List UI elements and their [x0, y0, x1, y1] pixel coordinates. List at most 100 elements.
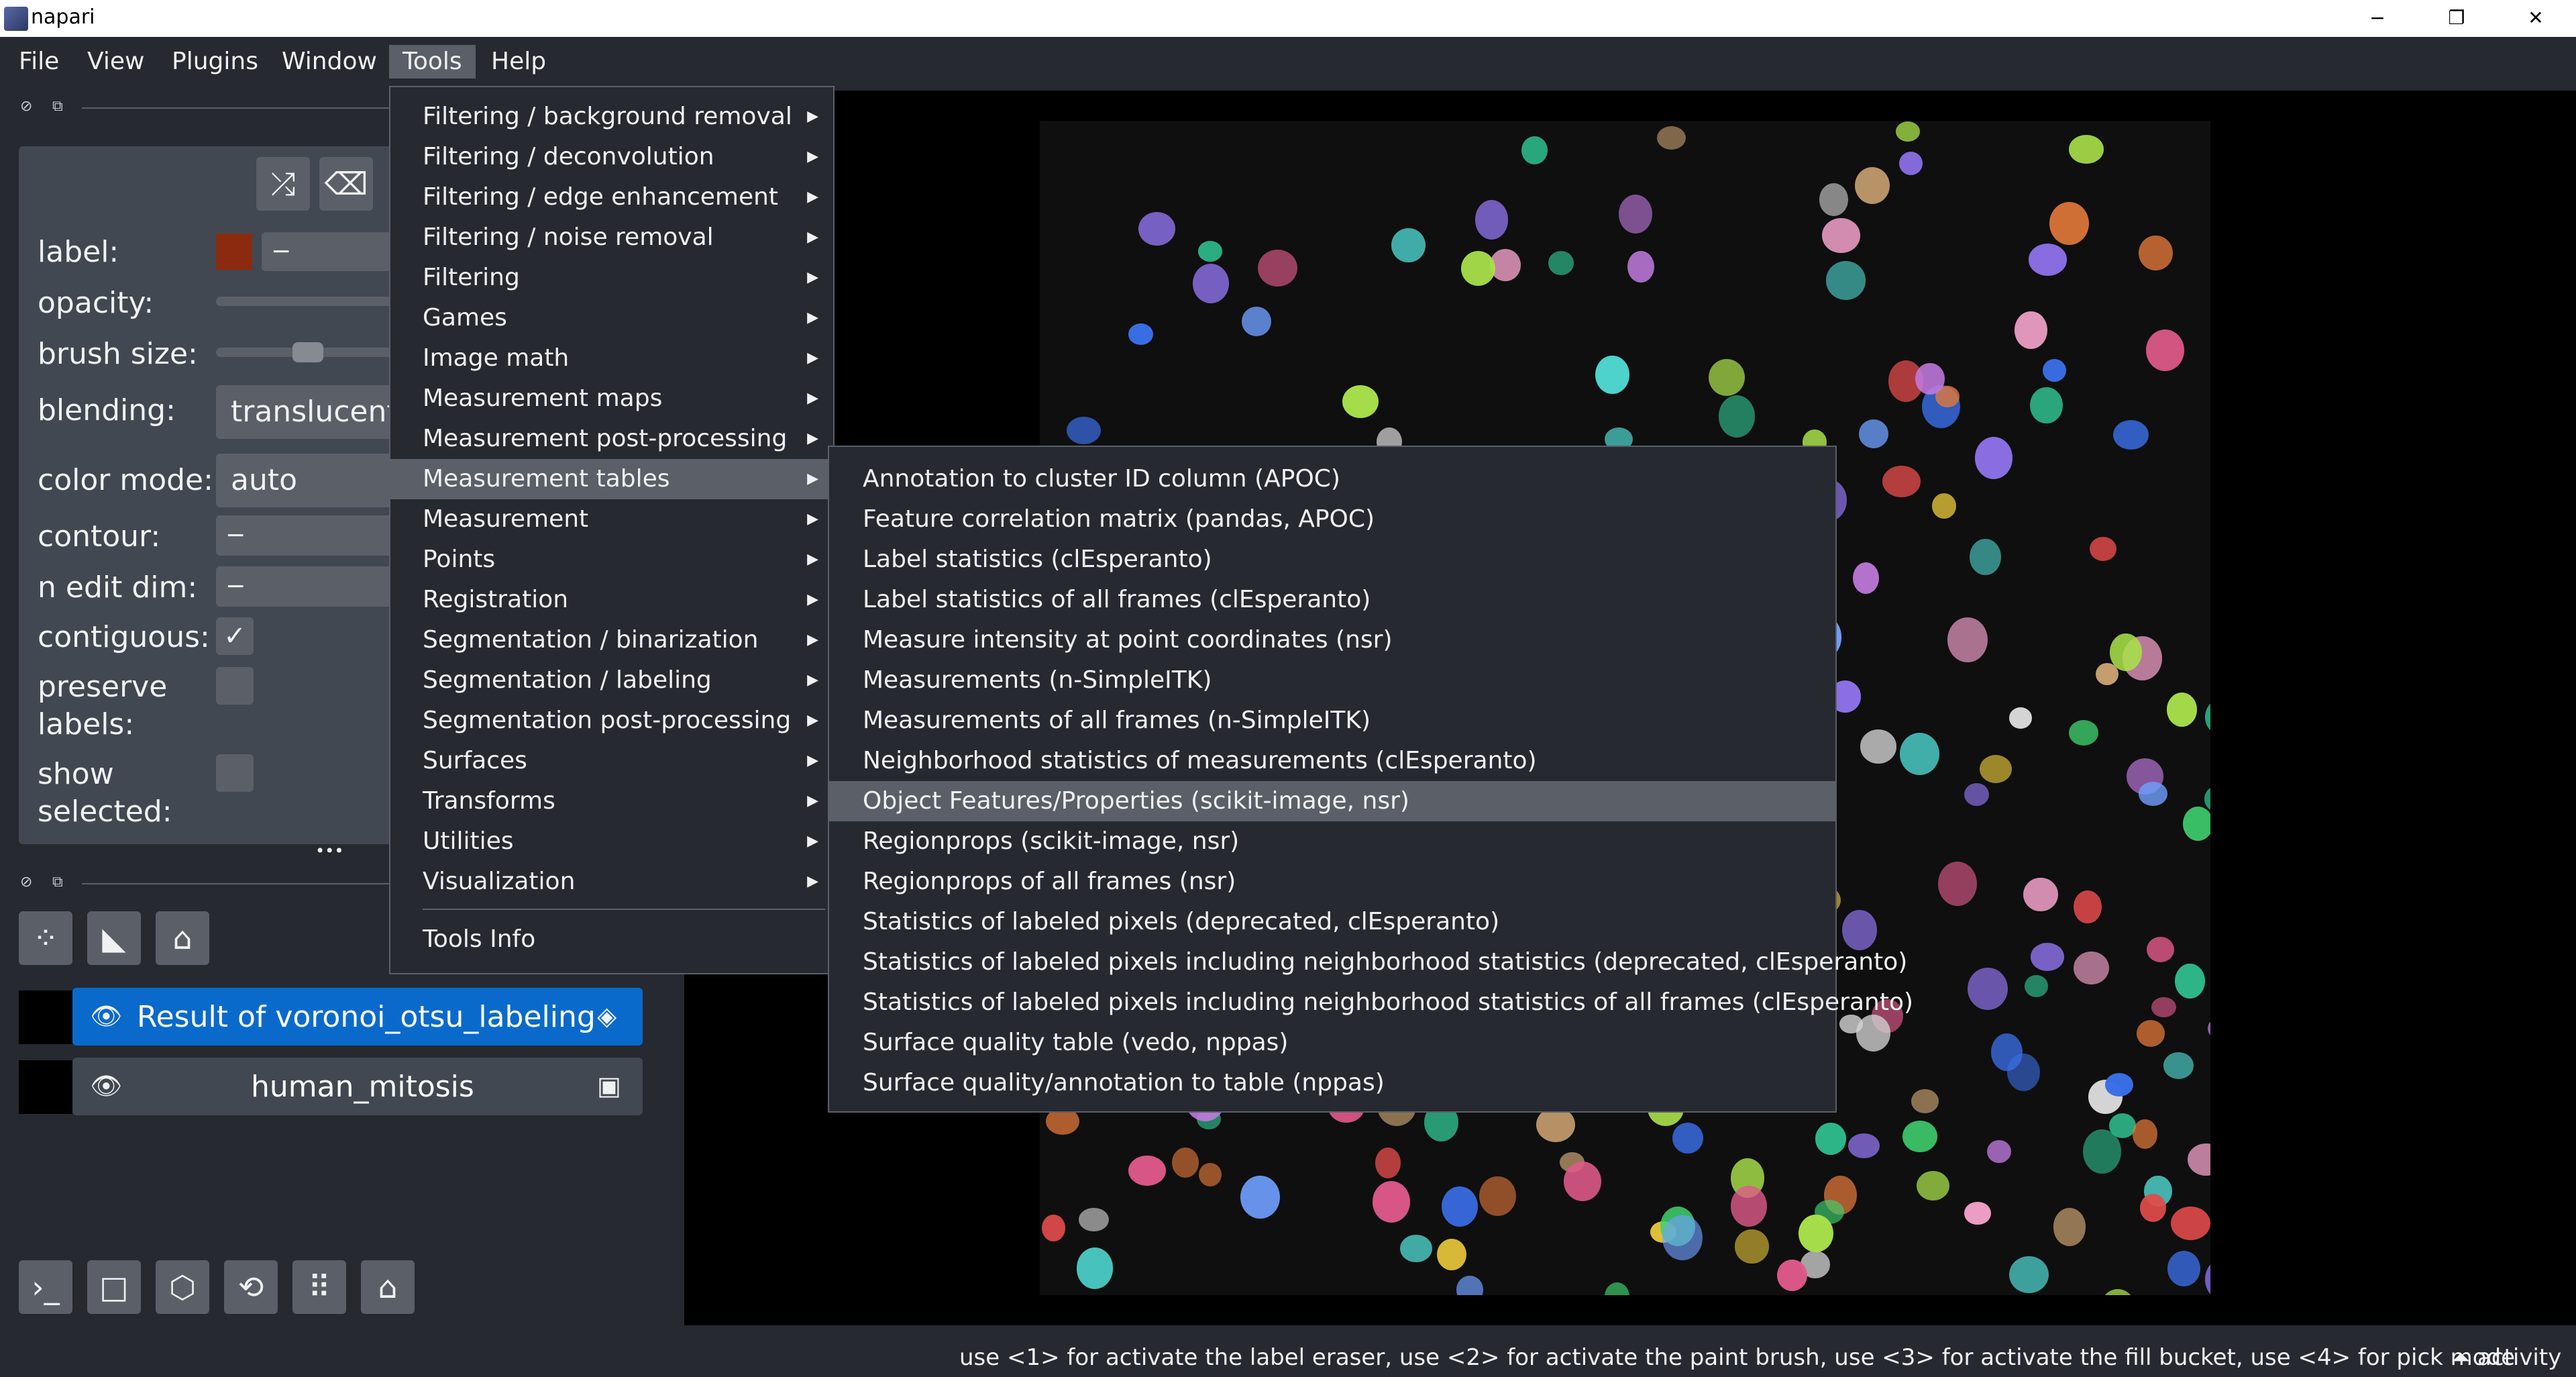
layerlist-float-icon[interactable]: ⧉ [52, 874, 63, 890]
opacity-slider[interactable] [216, 297, 396, 306]
menu-file[interactable]: File [5, 45, 72, 79]
dock-float-icon[interactable]: ⧉ [52, 98, 63, 115]
tools-segmentation-labeling[interactable]: Segmentation / labeling ▶ [390, 660, 833, 701]
label-blob [1968, 968, 2008, 1011]
label-blob [2138, 781, 2168, 806]
brush-size-handle[interactable] [292, 342, 323, 362]
menu-window[interactable]: Window [268, 45, 390, 79]
contour-spinbox[interactable]: − [216, 515, 405, 556]
menu-help[interactable]: Help [478, 45, 559, 79]
layerlist-close-icon[interactable]: ⊘ [20, 874, 32, 890]
label-blob [2069, 719, 2098, 746]
submenu-item[interactable]: Measurements of all frames (n-SimpleITK) [829, 701, 1835, 741]
shuffle-colors-button[interactable]: ⤮ [256, 157, 310, 211]
tools-measurement-tables[interactable]: Measurement tables ▶ [390, 459, 833, 499]
tools-visualization[interactable]: Visualization ▶ [390, 862, 833, 902]
submenu-item[interactable]: Statistics of labeled pixels including n… [829, 942, 1907, 982]
menu-item-label: Filtering / edge enhancement [423, 183, 779, 211]
close-button[interactable]: ✕ [2506, 3, 2565, 34]
submenu-item[interactable]: Surface quality/annotation to table (npp… [829, 1063, 1835, 1103]
show-selected-checkbox[interactable] [216, 754, 254, 792]
toggle-ndisplay-button[interactable]: □ [87, 1260, 141, 1314]
transpose-dimensions-button[interactable]: ⟲ [224, 1260, 278, 1314]
label-blob [1777, 1260, 1808, 1292]
tools-filtering-background-removal[interactable]: Filtering / background removal ▶ [390, 97, 833, 137]
label-blob [2167, 692, 2198, 727]
new-labels-layer-button[interactable]: ⌂ [156, 911, 209, 965]
menu-plugins[interactable]: Plugins [158, 45, 272, 79]
contiguous-checkbox[interactable]: ✓ [216, 617, 254, 655]
tools-filtering-edge-enhancement[interactable]: Filtering / edge enhancement ▶ [390, 177, 833, 217]
tools-surfaces[interactable]: Surfaces ▶ [390, 741, 833, 781]
submenu-arrow-icon: ▶ [807, 390, 818, 407]
submenu-item[interactable]: Label statistics of all frames (clEspera… [829, 580, 1835, 620]
submenu-item[interactable]: Measure intensity at point coordinates (… [829, 620, 1835, 660]
tools-filtering-noise-removal[interactable]: Filtering / noise removal ▶ [390, 217, 833, 258]
menu-tools[interactable]: Tools [389, 45, 476, 79]
reset-view-button[interactable]: ⌂ [361, 1260, 415, 1314]
tools-measurement-post-processing[interactable]: Measurement post-processing ▶ [390, 419, 833, 459]
menu-item-label: Filtering [423, 264, 520, 291]
eraser-button[interactable]: ⌫ [319, 157, 373, 211]
submenu-item-highlighted[interactable]: Object Features/Properties (scikit-image… [829, 781, 1835, 821]
label-blob [1474, 200, 1509, 240]
tools-segmentation-binarization[interactable]: Segmentation / binarization ▶ [390, 620, 833, 660]
tools-filtering[interactable]: Filtering ▶ [390, 258, 833, 298]
tools-image-math[interactable]: Image math ▶ [390, 338, 833, 378]
dock-close-icon[interactable]: ⊘ [20, 98, 32, 115]
tools-registration[interactable]: Registration ▶ [390, 580, 833, 620]
submenu-item[interactable]: Regionprops of all frames (nsr) [829, 862, 1835, 902]
new-shapes-layer-button[interactable]: ◣ [87, 911, 141, 965]
eye-icon[interactable]: 👁 [90, 1071, 122, 1101]
submenu-item[interactable]: Label statistics (clEsperanto) [829, 540, 1835, 580]
tools-points[interactable]: Points ▶ [390, 540, 833, 580]
preserve-labels-checkbox[interactable] [216, 667, 254, 705]
submenu-item-label: Regionprops of all frames (nsr) [863, 868, 1236, 895]
n-edit-dim-label: n edit dim: [38, 570, 198, 605]
submenu-item[interactable]: Statistics of labeled pixels including n… [829, 982, 1913, 1023]
submenu-item[interactable]: Annotation to cluster ID column (APOC) [829, 459, 1835, 499]
new-points-layer-button[interactable]: ⁘ [19, 911, 72, 965]
label-blob [1938, 861, 1978, 907]
submenu-item[interactable]: Measurements (n-SimpleITK) [829, 660, 1835, 701]
menu-item-label: Image math [423, 344, 570, 372]
activity-button[interactable]: ⏶ activity [2452, 1344, 2561, 1371]
label-blob [1372, 1181, 1411, 1223]
tools-utilities[interactable]: Utilities ▶ [390, 821, 833, 862]
more-options-handle[interactable]: ••• [315, 842, 343, 860]
roll-dimensions-button[interactable]: ⬡ [156, 1260, 209, 1314]
tools-transforms[interactable]: Transforms ▶ [390, 781, 833, 821]
blending-select[interactable]: translucent [216, 385, 411, 439]
label-blob [2030, 387, 2063, 424]
color-mode-select[interactable]: auto [216, 454, 411, 507]
menu-item-label: Registration [423, 586, 569, 613]
submenu-arrow-icon: ▶ [807, 833, 818, 850]
n-edit-dim-spinbox[interactable]: − [216, 566, 405, 607]
grid-mode-button[interactable]: ⠿ [292, 1260, 346, 1314]
submenu-item-label: Label statistics of all frames (clEspera… [863, 586, 1371, 613]
submenu-item[interactable]: Regionprops (scikit-image, nsr) [829, 821, 1835, 862]
minimize-button[interactable]: − [2348, 3, 2407, 34]
label-blob [1917, 1170, 1950, 1201]
tools-measurement-maps[interactable]: Measurement maps ▶ [390, 378, 833, 419]
label-blob [1815, 1122, 1847, 1155]
console-button[interactable]: ›_ [19, 1260, 72, 1314]
submenu-item[interactable]: Feature correlation matrix (pandas, APOC… [829, 499, 1835, 540]
submenu-item[interactable]: Statistics of labeled pixels (deprecated… [829, 902, 1835, 942]
submenu-item-label: Object Features/Properties (scikit-image… [863, 787, 1409, 815]
label-blob [1979, 754, 2012, 784]
tools-info[interactable]: Tools Info [390, 919, 833, 960]
label-blob [1193, 264, 1230, 303]
tools-games[interactable]: Games ▶ [390, 298, 833, 338]
restore-button[interactable]: ❐ [2427, 3, 2486, 34]
tools-filtering-deconvolution[interactable]: Filtering / deconvolution ▶ [390, 137, 833, 177]
label-blob [1825, 261, 1866, 300]
label-spinbox[interactable]: − [262, 232, 405, 271]
menu-view[interactable]: View [74, 45, 158, 79]
label-blob [1731, 1186, 1768, 1227]
tools-measurement[interactable]: Measurement ▶ [390, 499, 833, 540]
tools-segmentation-post-processing[interactable]: Segmentation post-processing ▶ [390, 701, 833, 741]
submenu-item[interactable]: Surface quality table (vedo, nppas) [829, 1023, 1835, 1063]
eye-icon[interactable]: 👁 [90, 1001, 122, 1031]
submenu-item[interactable]: Neighborhood statistics of measurements … [829, 741, 1835, 781]
